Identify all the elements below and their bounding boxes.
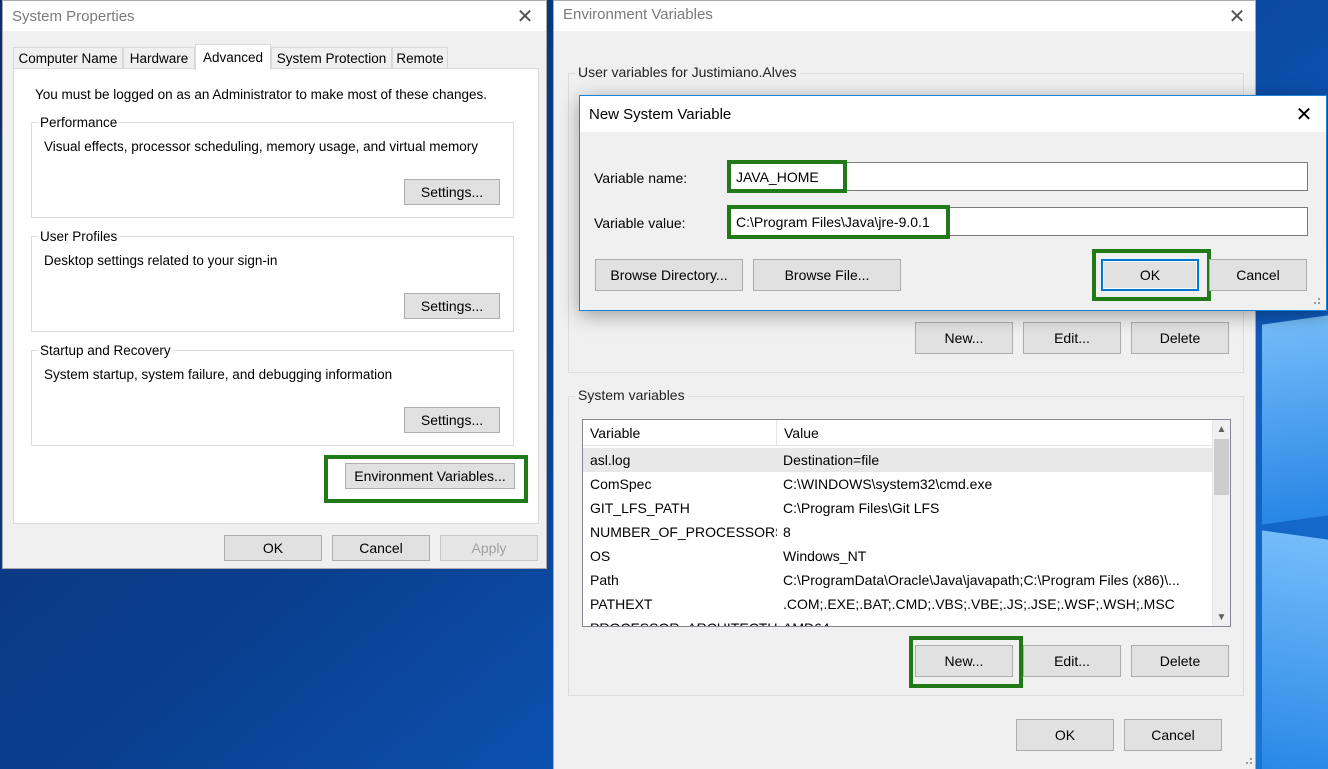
startup-recovery-group: Startup and Recovery System startup, sys…: [31, 343, 514, 446]
table-cell-variable: OS: [590, 548, 611, 564]
browse-directory-button[interactable]: Browse Directory...: [595, 259, 743, 291]
scroll-up-icon[interactable]: ▲: [1213, 420, 1230, 438]
close-icon[interactable]: ✕: [508, 1, 542, 31]
user-profiles-description: Desktop settings related to your sign-in: [44, 253, 278, 268]
startup-recovery-legend: Startup and Recovery: [38, 343, 173, 358]
environment-variables-ok-button[interactable]: OK: [1016, 719, 1114, 751]
table-cell-value: C:\Program Files\Git LFS: [783, 500, 940, 516]
new-system-variable-titlebar: New System Variable ✕: [580, 96, 1326, 132]
performance-group: Performance Visual effects, processor sc…: [31, 115, 514, 218]
tab-computer-name[interactable]: Computer Name: [13, 47, 123, 69]
scroll-down-icon[interactable]: ▼: [1213, 608, 1230, 626]
new-variable-ok-button[interactable]: OK: [1101, 259, 1199, 291]
new-variable-cancel-button[interactable]: Cancel: [1209, 259, 1307, 291]
table-row[interactable]: GIT_LFS_PATH C:\Program Files\Git LFS: [583, 496, 1212, 520]
system-properties-cancel-button[interactable]: Cancel: [332, 535, 430, 561]
table-cell-value: AMD64: [776, 616, 1214, 626]
performance-legend: Performance: [38, 115, 120, 130]
system-new-button[interactable]: New...: [915, 645, 1013, 677]
user-profiles-group: User Profiles Desktop settings related t…: [31, 229, 514, 332]
tab-remote[interactable]: Remote: [392, 47, 448, 69]
system-properties-apply-button[interactable]: Apply: [440, 535, 538, 561]
close-icon[interactable]: ✕: [1287, 99, 1321, 129]
system-properties-titlebar: System Properties ✕: [3, 1, 546, 31]
system-variables-table[interactable]: Variable Value asl.log Destination=file …: [582, 419, 1231, 627]
system-edit-button[interactable]: Edit...: [1023, 645, 1121, 677]
user-profiles-settings-button[interactable]: Settings...: [404, 293, 500, 319]
browse-file-button[interactable]: Browse File...: [753, 259, 901, 291]
table-scrollbar[interactable]: ▲ ▼: [1212, 420, 1230, 626]
user-edit-button[interactable]: Edit...: [1023, 322, 1121, 354]
resize-grip-icon[interactable]: [1242, 756, 1254, 768]
table-cell-variable: NUMBER_OF_PROCESSORS: [590, 524, 777, 540]
table-row[interactable]: PROCESSOR_ARCHITECTU... AMD64: [583, 616, 1214, 626]
table-cell-value: Destination=file: [783, 452, 880, 468]
desktop-windows-logo: [1256, 290, 1328, 769]
table-row[interactable]: OS Windows_NT: [583, 544, 1212, 568]
table-row[interactable]: asl.log Destination=file: [583, 448, 1212, 472]
system-properties-window: System Properties ✕ Computer Name Hardwa…: [2, 0, 547, 569]
table-row[interactable]: Path C:\ProgramData\Oracle\Java\javapath…: [583, 568, 1212, 592]
variable-name-input[interactable]: [729, 162, 1308, 191]
scroll-thumb[interactable]: [1214, 439, 1229, 495]
performance-description: Visual effects, processor scheduling, me…: [44, 139, 478, 154]
user-new-button[interactable]: New...: [915, 322, 1013, 354]
tab-hardware[interactable]: Hardware: [123, 47, 195, 69]
advanced-tab-panel: You must be logged on as an Administrato…: [13, 68, 539, 524]
table-cell-value: C:\WINDOWS\system32\cmd.exe: [783, 476, 993, 492]
table-cell-value: Windows_NT: [783, 548, 867, 564]
new-system-variable-dialog: New System Variable ✕ Variable name: Var…: [579, 95, 1327, 311]
system-variables-label: System variables: [575, 387, 688, 403]
system-delete-button[interactable]: Delete: [1131, 645, 1229, 677]
performance-settings-button[interactable]: Settings...: [404, 179, 500, 205]
startup-recovery-settings-button[interactable]: Settings...: [404, 407, 500, 433]
variable-name-label: Variable name:: [594, 170, 688, 186]
table-cell-value: .COM;.EXE;.BAT;.CMD;.VBS;.VBE;.JS;.JSE;.…: [783, 596, 1175, 612]
system-properties-ok-button[interactable]: OK: [224, 535, 322, 561]
environment-variables-titlebar: Environment Variables ✕: [554, 1, 1255, 31]
environment-variables-title: Environment Variables: [563, 6, 713, 23]
user-profiles-legend: User Profiles: [38, 229, 120, 244]
table-cell-value: 8: [783, 524, 791, 540]
table-row[interactable]: PATHEXT .COM;.EXE;.BAT;.CMD;.VBS;.VBE;.J…: [583, 592, 1212, 616]
variable-value-input[interactable]: [729, 207, 1308, 236]
tab-system-protection[interactable]: System Protection: [271, 47, 392, 69]
table-cell-variable: ComSpec: [590, 476, 652, 492]
table-cell-variable: asl.log: [590, 452, 631, 468]
table-cell-variable: GIT_LFS_PATH: [590, 500, 690, 516]
column-header-variable[interactable]: Variable: [583, 420, 777, 446]
table-cell-variable: PATHEXT: [590, 596, 653, 612]
resize-grip-icon[interactable]: [1310, 296, 1322, 308]
new-system-variable-title: New System Variable: [589, 106, 732, 123]
environment-variables-button[interactable]: Environment Variables...: [345, 463, 515, 489]
close-icon[interactable]: ✕: [1220, 1, 1254, 31]
table-header: Variable Value: [583, 420, 1212, 446]
variable-value-label: Variable value:: [594, 215, 686, 231]
user-variables-label: User variables for Justimiano.Alves: [575, 64, 800, 80]
environment-variables-cancel-button[interactable]: Cancel: [1124, 719, 1222, 751]
startup-recovery-description: System startup, system failure, and debu…: [44, 367, 393, 382]
table-cell-variable: PROCESSOR_ARCHITECTU...: [583, 616, 777, 626]
table-row[interactable]: NUMBER_OF_PROCESSORS 8: [583, 520, 1212, 544]
admin-note: You must be logged on as an Administrato…: [35, 87, 488, 102]
tab-advanced[interactable]: Advanced: [195, 44, 271, 70]
table-row[interactable]: ComSpec C:\WINDOWS\system32\cmd.exe: [583, 472, 1212, 496]
table-cell-value: C:\ProgramData\Oracle\Java\javapath;C:\P…: [783, 572, 1180, 588]
system-properties-title: System Properties: [12, 8, 135, 25]
column-header-value[interactable]: Value: [777, 420, 1213, 446]
user-delete-button[interactable]: Delete: [1131, 322, 1229, 354]
system-variables-frame: System variables Variable Value asl.log …: [568, 387, 1244, 696]
table-cell-variable: Path: [590, 572, 619, 588]
